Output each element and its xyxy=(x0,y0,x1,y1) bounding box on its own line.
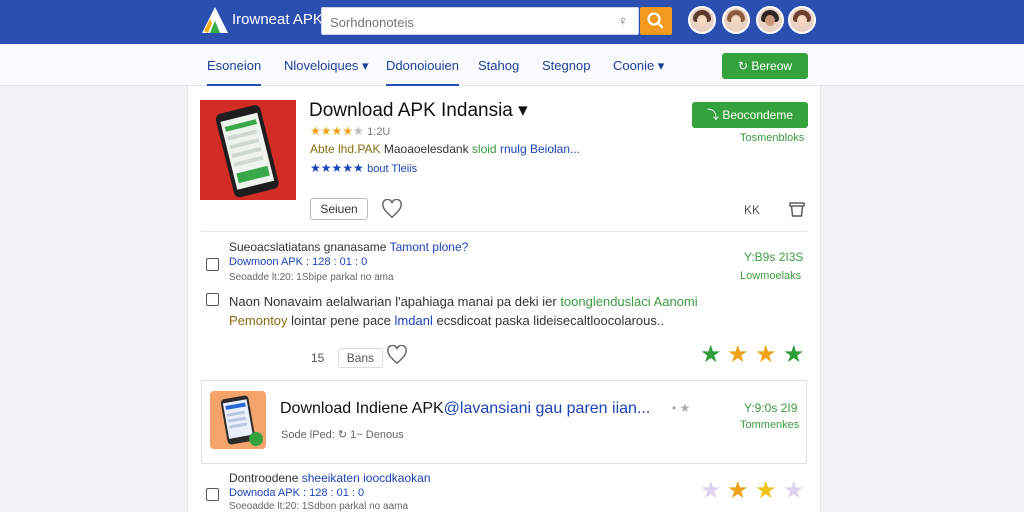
star-icon: ★★★★ xyxy=(310,124,354,138)
rating-row-2: ★★★★★ bout Tleiis xyxy=(310,161,417,175)
star-icon[interactable]: ★ xyxy=(755,343,777,367)
star-empty-icon[interactable]: ★ xyxy=(700,479,722,503)
app-card[interactable] xyxy=(201,380,807,464)
nav-item-categories[interactable]: Nloveloiques ▾ xyxy=(284,58,369,74)
row-title-part: sheeikaten ioocdkaokan xyxy=(301,471,431,485)
desc-part: Abte lhd.PAK xyxy=(310,142,381,156)
rating-row: ★★★★★ 1:2U xyxy=(310,124,390,138)
app-title[interactable]: Download APK Indansia ▾ xyxy=(309,99,528,122)
row-description-2: Pemontoy lointar pene pace lmdanl ecsdic… xyxy=(229,313,664,328)
desc-part: lmdanl xyxy=(394,313,433,328)
nav-cta-label: Bereow xyxy=(751,59,793,73)
star-icon: ★★★★★ xyxy=(310,161,364,175)
card-title[interactable]: Download Indiene APK@lavansiani gau pare… xyxy=(280,400,650,418)
search-box[interactable]: ♀ xyxy=(321,7,639,35)
card-meta: Sode lPed: ↻ 1~ Denous xyxy=(281,428,404,441)
star-icon[interactable]: ★ xyxy=(727,479,749,503)
phone-image xyxy=(220,395,263,446)
download-button[interactable]: ⤵ Beocondeme xyxy=(692,102,808,128)
desc-part: lointar pene pace xyxy=(291,313,391,328)
logo-text[interactable]: Irowneat APK xyxy=(232,11,323,28)
nav-item-home[interactable]: Esoneion xyxy=(207,58,262,86)
nav-item-catalog[interactable]: Stahog xyxy=(478,58,519,73)
user-search-icon[interactable]: ♀ xyxy=(618,13,634,29)
divider xyxy=(201,231,807,232)
app-logo-icon[interactable] xyxy=(200,5,230,35)
search-icon xyxy=(647,12,664,29)
row-title-part: Sueoacslatiatans gnanasame xyxy=(229,240,387,254)
search-button[interactable] xyxy=(640,7,672,35)
card-dots-icon[interactable]: • ★ xyxy=(672,401,690,415)
share-count: 15 xyxy=(311,351,325,365)
app-thumbnail[interactable] xyxy=(200,100,296,200)
desc-part: Pemontoy xyxy=(229,313,288,328)
row-subtitle[interactable]: Downoda APK : 128 : 01 : 0 xyxy=(229,487,364,499)
avatar[interactable] xyxy=(756,6,784,34)
desc-part: rnulg Beiolan... xyxy=(499,142,581,156)
row-title[interactable]: Dontroodene sheeikaten ioocdkaokan xyxy=(229,471,431,485)
row-description: Naon Nonavaim aelalwarian l'apahiaga man… xyxy=(229,294,698,309)
avatar[interactable] xyxy=(688,6,716,34)
star-empty-icon: ★ xyxy=(353,124,364,138)
search-input[interactable] xyxy=(330,12,610,32)
share-label[interactable]: Bans xyxy=(337,348,384,368)
row-price-sub: Lowmoelaks xyxy=(740,270,802,282)
code-label: KK xyxy=(744,203,761,217)
nav-cta-button[interactable]: ↻ Bereow xyxy=(722,53,808,79)
star-icon[interactable]: ★ xyxy=(755,479,777,503)
download-label: Beocondeme xyxy=(722,108,794,122)
rating-count: 1:2U xyxy=(367,126,391,138)
desc-part: ecsdicoat paska lideisecaltloocolarous.. xyxy=(436,313,665,328)
desc-part: toonglenduslaci Aanomi xyxy=(560,294,698,309)
row-title-part: Tamont plone? xyxy=(389,240,469,254)
trash-icon[interactable] xyxy=(788,201,806,217)
app-description: Abte lhd.PAK Maoaoelesdank sloid rnulg B… xyxy=(310,142,580,156)
desc-part: Maoaoelesdank xyxy=(383,142,469,156)
rating-sub: bout Tleiis xyxy=(367,163,418,175)
star-icon[interactable]: ★ xyxy=(783,343,805,367)
row-subtitle[interactable]: Dowmoon APK : 128 : 01 : 0 xyxy=(229,256,367,268)
heart-icon[interactable] xyxy=(386,345,408,365)
refresh-icon: ↻ xyxy=(737,59,749,73)
nav-item-more[interactable]: Coonie ▾ xyxy=(613,58,664,74)
nav-item-settings[interactable]: Stegnop xyxy=(542,58,590,73)
card-price: Y:9:0s 2I9 xyxy=(744,401,798,415)
nav-bar: Esoneion Nloveloiques ▾ Ddonoiouien Stah… xyxy=(0,44,1024,86)
card-thumbnail[interactable] xyxy=(210,391,266,449)
row-checkbox[interactable] xyxy=(206,488,219,501)
card-meta-part: Sode lPed: xyxy=(281,429,335,441)
row-price: Y:B9s 2I3S xyxy=(744,250,804,264)
star-icon[interactable]: ★ xyxy=(727,343,749,367)
secondary-button[interactable]: Seiuen xyxy=(310,198,368,220)
share-row[interactable]: 15 Bans xyxy=(311,348,384,368)
nav-item-download[interactable]: Ddonoiouien xyxy=(386,58,460,86)
top-header-bar: Irowneat APK ♀ xyxy=(0,0,1024,44)
row-meta: Soeoadde lt:20: 1Sdbon parkal no aama xyxy=(229,501,409,512)
star-empty-icon[interactable]: ★ xyxy=(783,479,805,503)
card-meta-part: 1~ Denous xyxy=(350,429,404,441)
heart-icon[interactable] xyxy=(381,199,403,219)
desc-part: sloid xyxy=(471,142,497,156)
download-sub: Tosmenbloks xyxy=(740,132,805,144)
phone-image xyxy=(215,105,279,198)
row-title-part: Dontroodene xyxy=(229,471,299,485)
avatar[interactable] xyxy=(722,6,750,34)
row-meta: Seoadde lt:20: 1Sbipe parkal no ama xyxy=(229,272,394,283)
card-title-part: @lavansiani gau paren iian... xyxy=(443,400,651,417)
download-count-icon: ↻ xyxy=(337,429,348,441)
row-checkbox[interactable] xyxy=(206,258,219,271)
avatar[interactable] xyxy=(788,6,816,34)
row-title[interactable]: Sueoacslatiatans gnanasame Tamont plone? xyxy=(229,240,468,254)
desc-part: Naon Nonavaim aelalwarian l'apahiaga man… xyxy=(229,294,557,309)
row-checkbox[interactable] xyxy=(206,293,219,306)
card-title-part: Download Indiene APK xyxy=(280,400,444,417)
card-price-sub: Tommenkes xyxy=(740,419,800,431)
download-icon: ⤵ xyxy=(706,108,719,122)
star-icon[interactable]: ★ xyxy=(700,343,722,367)
